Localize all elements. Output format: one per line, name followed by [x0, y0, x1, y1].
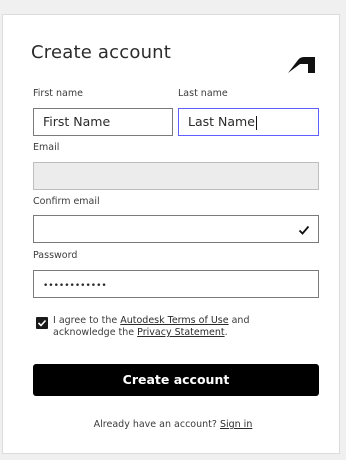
autodesk-logo-icon [288, 57, 315, 73]
email-field[interactable] [33, 162, 319, 190]
signin-line: Already have an account? Sign in [0, 419, 346, 430]
last-name-field[interactable]: Last Name [178, 108, 319, 136]
terms-of-use-link[interactable]: Autodesk Terms of Use [120, 315, 228, 326]
password-value: •••••••••••• [43, 281, 107, 291]
privacy-statement-link[interactable]: Privacy Statement [137, 327, 224, 338]
checkbox-check-icon [37, 319, 47, 327]
checkmark-icon [298, 225, 310, 235]
agree-suffix: . [224, 327, 228, 338]
create-account-button[interactable]: Create account [33, 364, 319, 396]
page-title: Create account [31, 42, 172, 63]
text-cursor [255, 115, 257, 130]
signin-prefix: Already have an account? [93, 419, 220, 430]
sign-in-link[interactable]: Sign in [220, 419, 252, 430]
password-label: Password [33, 250, 78, 261]
first-name-value: First Name [43, 114, 111, 129]
first-name-label: First name [33, 88, 83, 99]
first-name-field[interactable]: First Name [33, 108, 173, 136]
confirm-email-field[interactable] [33, 215, 319, 243]
agree-prefix: I agree to the [53, 315, 121, 326]
password-field[interactable]: •••••••••••• [33, 270, 319, 298]
email-label: Email [33, 142, 60, 153]
confirm-email-label: Confirm email [33, 196, 100, 207]
agree-checkbox[interactable] [36, 317, 48, 329]
agree-text: I agree to the Autodesk Terms of Use and… [53, 315, 315, 339]
last-name-value: Last Name [188, 114, 255, 129]
last-name-label: Last name [178, 88, 228, 99]
